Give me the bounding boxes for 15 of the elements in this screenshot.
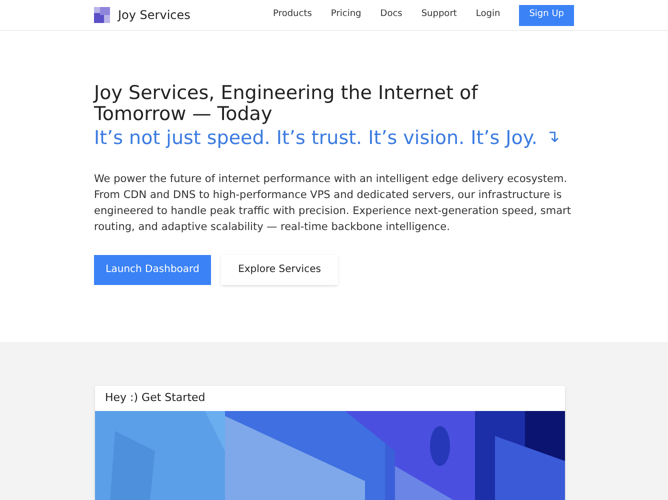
arrow-icon: ↴ [545,125,560,150]
hero-button[interactable]: Launch Dashboard [94,254,211,284]
nav-link[interactable]: Products [273,8,312,22]
hero-description: We power the future of internet performance with an intelligent edge delivery ecosystem. From CDN and DNS to high-performance VPS and dedicated servers, our infrastructure is engineered to handle peak traffic with precision. Experience next-generation speed, smart routing, and adaptive scalability — real-time backbone intelligence. [94,172,572,234]
hero-title: Joy Services, Engineering the Internet of Tomorrow — Today [94,83,480,125]
card-title: Hey :) Get Started [104,390,206,406]
nav-link[interactable]: Docs [380,8,402,22]
nav-link[interactable]: Pricing [330,8,362,22]
sign-up-button[interactable]: Sign Up [519,4,574,26]
nav-link[interactable]: Support [421,8,457,22]
logo-icon [94,7,110,23]
nav-link[interactable]: Login [476,8,500,22]
hero-tagline: It’s not just speed. It’s trust. It’s vision. It’s Joy. [94,126,538,149]
hero-button[interactable]: Explore Services [221,254,338,284]
brand-name[interactable]: Joy Services [118,6,190,24]
